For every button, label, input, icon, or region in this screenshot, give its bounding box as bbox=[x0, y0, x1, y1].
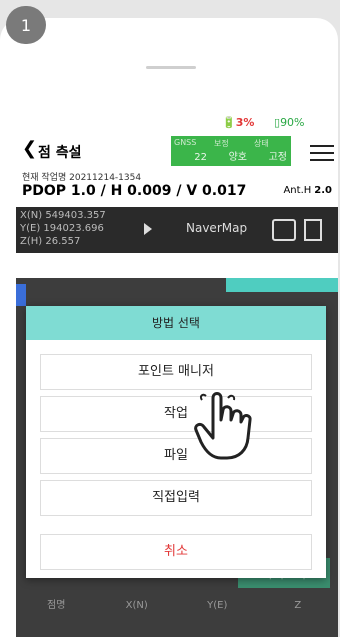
app-header: ❮ 점 측설 GNSS 22 보정 양호 상태 고정 bbox=[16, 136, 338, 170]
status-bar: 🔋3% ▯90% bbox=[16, 110, 338, 136]
option-direct-input[interactable]: 직접입력 bbox=[40, 480, 312, 516]
trash-icon[interactable] bbox=[304, 219, 322, 241]
hamburger-menu-icon[interactable] bbox=[310, 140, 334, 166]
back-icon[interactable]: ❮ bbox=[22, 138, 37, 159]
cancel-button[interactable]: 취소 bbox=[40, 534, 312, 570]
page-title: 점 측설 bbox=[38, 145, 82, 161]
antenna-height: Ant.H 2.0 bbox=[283, 185, 332, 196]
tap-hand-icon bbox=[194, 392, 252, 460]
device-battery: ▯90% bbox=[274, 116, 305, 129]
current-work-name: 현재 작업명 20211214-1354 bbox=[22, 173, 142, 183]
precision-readout: PDOP 1.0 / H 0.009 / V 0.017 Ant.H 2.0 bbox=[22, 183, 332, 199]
coordinate-bar: X(N) 549403.357 Y(E) 194023.696 Z(H) 26.… bbox=[16, 207, 338, 253]
play-icon[interactable] bbox=[144, 223, 152, 235]
points-table-header: 점명 X(N) Y(E) Z bbox=[47, 600, 302, 611]
blue-side-tab bbox=[16, 284, 26, 306]
option-file[interactable]: 파일 bbox=[40, 438, 312, 474]
navermap-button[interactable]: NaverMap bbox=[186, 221, 247, 235]
step-number-badge: 1 bbox=[6, 6, 46, 44]
gnss-status-panel: GNSS 22 보정 양호 상태 고정 bbox=[171, 136, 291, 166]
receiver-battery: 🔋3% bbox=[222, 116, 255, 129]
option-work[interactable]: 작업 bbox=[40, 396, 312, 432]
method-select-dialog: 방법 선택 포인트 매니저 작업 파일 직접입력 취소 bbox=[26, 306, 326, 578]
layers-icon[interactable] bbox=[272, 219, 296, 241]
dialog-title: 방법 선택 bbox=[26, 306, 326, 340]
teal-header-strip bbox=[226, 278, 338, 292]
drag-handle[interactable] bbox=[146, 66, 196, 69]
current-coordinates: X(N) 549403.357 Y(E) 194023.696 Z(H) 26.… bbox=[20, 210, 106, 247]
option-point-manager[interactable]: 포인트 매니저 bbox=[40, 354, 312, 390]
